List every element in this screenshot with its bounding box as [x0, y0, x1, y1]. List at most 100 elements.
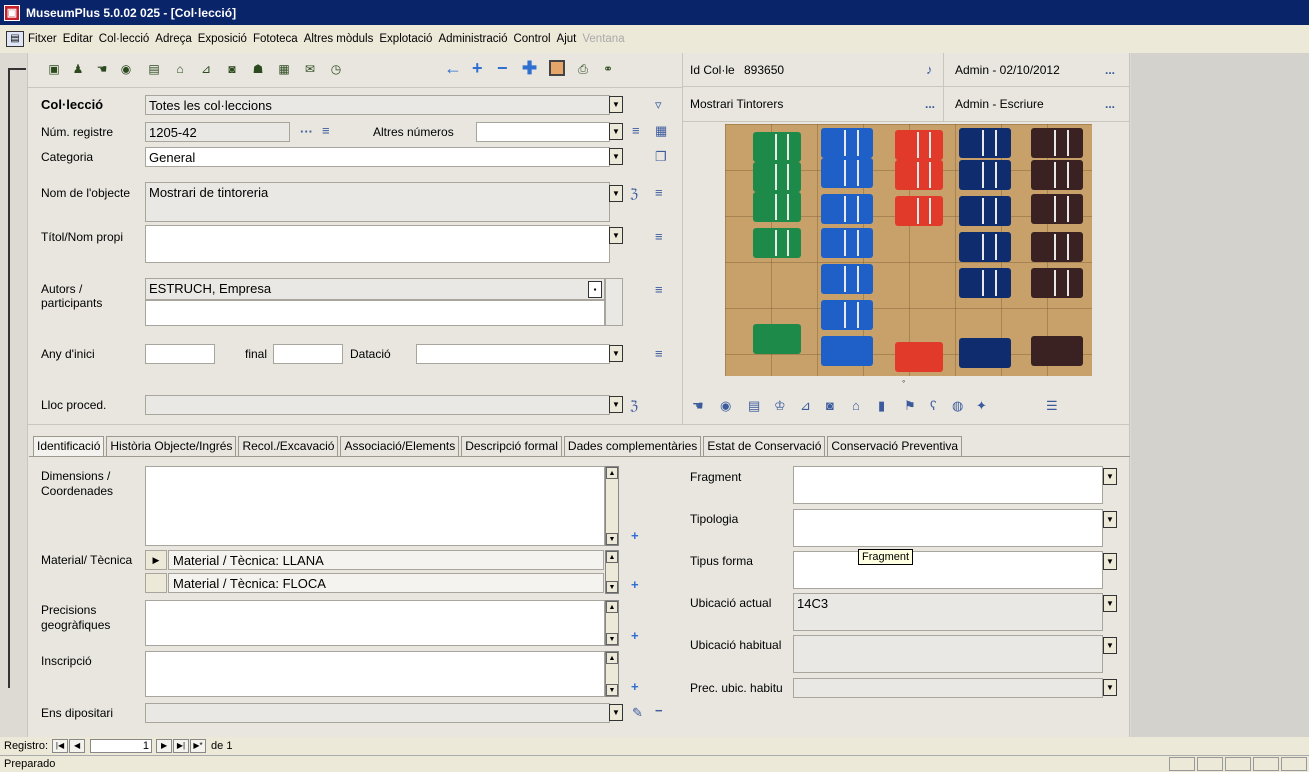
lloc-proced-field[interactable] — [145, 395, 610, 415]
ens-dipositari-field[interactable] — [145, 703, 610, 723]
object-photo[interactable] — [725, 124, 1092, 376]
any-inici-field[interactable] — [145, 344, 215, 364]
filter-icon[interactable]: ▿ — [655, 97, 662, 113]
list-icon-altres[interactable]: ≡ — [632, 123, 640, 138]
menu-explotacio[interactable]: Explotació — [379, 33, 432, 45]
tipologia-field[interactable] — [793, 509, 1103, 547]
material-row-1[interactable]: Material / Tècnica: LLANA — [168, 550, 604, 570]
menu-exposicio[interactable]: Exposició — [198, 33, 247, 45]
menu-fototeca[interactable]: Fototeca — [253, 33, 298, 45]
more-dots-icon[interactable]: ··· — [300, 124, 313, 139]
scroll-up-icon[interactable]: ▲ — [606, 652, 618, 664]
menu-adreca[interactable]: Adreça — [155, 33, 191, 45]
scroll-down-icon[interactable]: ▼ — [606, 581, 618, 593]
person-icon[interactable]: ♟ — [70, 61, 86, 77]
mail-icon[interactable]: ✉ — [302, 61, 318, 77]
minus-icon[interactable]: − — [497, 58, 508, 79]
first-record-button[interactable]: |◀ — [52, 739, 69, 753]
inscripcio-scrollbar[interactable]: ▲ ▼ — [605, 651, 619, 697]
frame-icon[interactable] — [549, 60, 565, 76]
lock-icon[interactable]: ♪ — [926, 62, 933, 77]
record-number-input[interactable]: 1 — [90, 739, 153, 753]
eye-icon-2[interactable]: ◉ — [720, 398, 731, 414]
tab-dades-complementaries[interactable]: Dades complementàries — [563, 436, 702, 456]
group-icon[interactable]: ☗ — [250, 61, 266, 77]
tab-identificacio[interactable]: Identificació — [33, 436, 105, 456]
precisions-scrollbar[interactable]: ▲ ▼ — [605, 600, 619, 646]
hand-icon[interactable]: ☚ — [94, 61, 110, 77]
tab-associacio-elements[interactable]: Associació/Elements — [340, 436, 460, 456]
altres-numeros-field[interactable] — [476, 122, 610, 142]
final-field[interactable] — [273, 344, 343, 364]
add-material-icon[interactable]: + — [631, 577, 639, 592]
ens-dipositari-dropdown-button[interactable]: ▼ — [609, 704, 623, 721]
row-selector-icon[interactable]: ▶ — [145, 550, 167, 570]
ubicacio-actual-field[interactable]: 14C3 — [793, 593, 1103, 631]
inscripcio-field[interactable] — [145, 651, 605, 697]
next-record-button[interactable]: ▶ — [156, 739, 173, 753]
precisions-field[interactable] — [145, 600, 605, 646]
more-button-3[interactable]: ... — [1105, 97, 1115, 111]
list-icon[interactable]: ☰ — [1046, 398, 1058, 414]
tipus-forma-dropdown-button[interactable]: ▼ — [1103, 553, 1117, 570]
menu-colleccio[interactable]: Col·lecció — [99, 33, 150, 45]
magnet-icon[interactable]: ʕ — [930, 398, 937, 413]
translate-icon[interactable]: ℨ — [630, 186, 638, 202]
cup-icon[interactable]: ♔ — [774, 398, 786, 414]
tab-recol-excavacio[interactable]: Recol./Excavació — [238, 436, 339, 456]
translate-icon-lloc[interactable]: ℨ — [630, 398, 638, 414]
scroll-down-icon[interactable]: ▼ — [606, 684, 618, 696]
tab-descripcio-formal[interactable]: Descripció formal — [461, 436, 562, 456]
document-icon-2[interactable]: ▤ — [748, 398, 760, 414]
new-record-button[interactable]: ▶* — [190, 739, 207, 753]
num-registre-field[interactable]: 1205-42 — [145, 122, 290, 142]
menu-ajut[interactable]: Ajut — [557, 33, 577, 45]
book-icon[interactable]: ▮ — [878, 398, 885, 414]
nom-objecte-dropdown-button[interactable]: ▼ — [609, 185, 623, 202]
last-record-button[interactable]: ▶| — [173, 739, 190, 753]
tab-estat-conservacio[interactable]: Estat de Conservació — [703, 436, 826, 456]
arrow-left-icon[interactable]: ← — [444, 58, 462, 79]
add-precisions-icon[interactable]: + — [631, 628, 639, 643]
prec-ubic-field[interactable] — [793, 678, 1103, 698]
nom-objecte-field[interactable]: Mostrari de tintoreria — [145, 182, 610, 222]
list-icon-autors[interactable]: ≡ — [655, 282, 663, 297]
autors-field[interactable]: ESTRUCH, Empresa — [145, 278, 605, 300]
material-scrollbar[interactable]: ▲ ▼ — [605, 550, 619, 594]
more-button-1[interactable]: ... — [1105, 63, 1115, 77]
scroll-down-icon[interactable]: ▼ — [606, 633, 618, 645]
add-dimensions-icon[interactable]: + — [631, 528, 639, 543]
list-icon-registre[interactable]: ≡ — [322, 123, 330, 138]
clock-icon[interactable]: ◷ — [328, 61, 344, 77]
titol-field[interactable] — [145, 225, 610, 263]
scroll-up-icon[interactable]: ▲ — [606, 551, 618, 563]
row-selector-empty[interactable] — [145, 573, 167, 593]
document-icon[interactable]: ▤ — [146, 61, 162, 77]
calendar-icon[interactable]: ▦ — [276, 61, 292, 77]
dimensions-field[interactable] — [145, 466, 605, 546]
pen-icon[interactable]: ✎ — [632, 705, 643, 721]
print-icon[interactable]: ⎙ — [575, 61, 591, 77]
tool-icon[interactable]: ✦ — [976, 398, 987, 414]
list-icon-datacio[interactable]: ≡ — [655, 346, 663, 361]
chart-icon-2[interactable]: ⊿ — [800, 398, 811, 414]
menu-control[interactable]: Control — [513, 33, 550, 45]
binoculars-icon[interactable]: ⚭ — [600, 61, 616, 77]
categoria-field[interactable]: General — [145, 147, 610, 167]
ubicacio-habitual-dropdown-button[interactable]: ▼ — [1103, 637, 1117, 654]
menu-administracio[interactable]: Administració — [438, 33, 507, 45]
flags-icon[interactable]: ⚑ — [904, 398, 916, 414]
menu-fitxer[interactable]: Fitxer — [28, 33, 57, 45]
prev-record-button[interactable]: ◀ — [69, 739, 86, 753]
fragment-dropdown-button[interactable]: ▼ — [1103, 468, 1117, 485]
plus-icon[interactable]: + — [472, 58, 483, 79]
dimensions-scrollbar[interactable]: ▲ ▼ — [605, 466, 619, 546]
tipus-forma-field[interactable] — [793, 551, 1103, 589]
chart-icon[interactable]: ⊿ — [198, 61, 214, 77]
form-menu-icon[interactable]: ▤ — [6, 31, 24, 47]
colleccio-dropdown-button[interactable]: ▼ — [609, 96, 623, 113]
datacio-dropdown-button[interactable]: ▼ — [609, 345, 623, 362]
new-record-icon[interactable]: ▣ — [46, 61, 62, 77]
photo-handle-icon[interactable]: ◦ — [902, 376, 905, 386]
remove-icon[interactable]: − — [655, 703, 663, 718]
